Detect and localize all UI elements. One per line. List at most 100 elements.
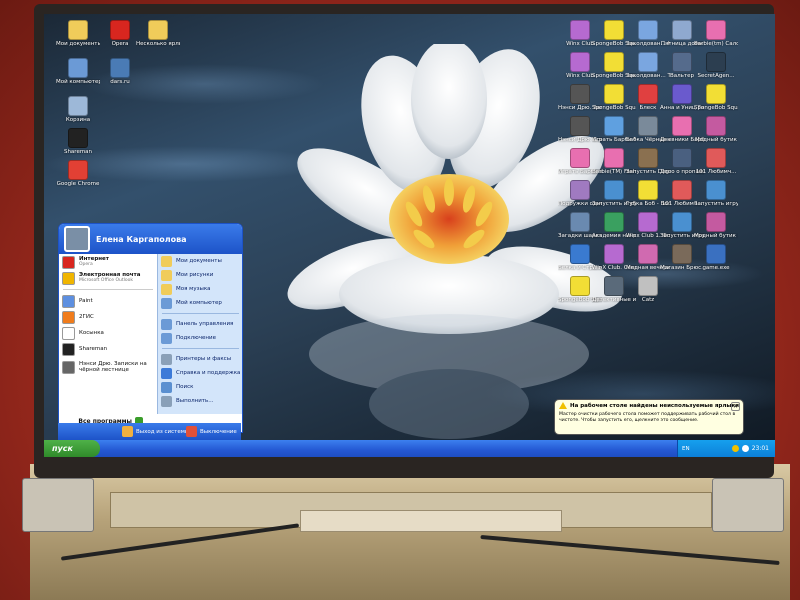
- barbie-icon: [706, 20, 726, 40]
- barbie-icon: [604, 116, 624, 136]
- desktop-shortcut[interactable]: SecretAgen...: [694, 52, 738, 79]
- warning-tray-icon[interactable]: [731, 445, 739, 452]
- shortcut-label: 101 Любимч...: [695, 169, 737, 175]
- catz-icon: [638, 276, 658, 296]
- game-icon: [638, 148, 658, 168]
- shortcut-label: Catz: [641, 297, 655, 303]
- desktop-shortcut[interactable]: Корзина: [56, 96, 100, 123]
- taskbar: [44, 440, 775, 457]
- place-label: Поиск: [176, 384, 194, 390]
- place-label: Моя музыка: [176, 286, 211, 292]
- shortcut-label: SecretAgen...: [697, 73, 735, 79]
- item-label: 2ГИС: [79, 314, 94, 320]
- desktop-shortcut[interactable]: Catz: [626, 276, 670, 303]
- start-menu-header: Елена Каргаполова: [59, 224, 242, 254]
- item-sublabel: Opera: [79, 262, 93, 267]
- start-menu-place[interactable]: Мои документы: [158, 254, 242, 268]
- start-menu-place[interactable]: Справка и поддержка: [158, 366, 242, 380]
- place-label: Принтеры и факсы: [176, 356, 232, 362]
- desktop-shortcut[interactable]: SpongeBob SquarePan...: [694, 84, 738, 111]
- barbie-icon: [604, 148, 624, 168]
- run-icon: [161, 395, 172, 407]
- desktop-shortcut[interactable]: Модный бутик: [694, 116, 738, 143]
- desktop-shortcut[interactable]: Модный бутик 2: [694, 212, 738, 239]
- desktop-shortcut[interactable]: Мои документы: [56, 20, 100, 47]
- desktop-shortcut[interactable]: game.exe: [694, 244, 738, 271]
- language-indicator[interactable]: EN: [682, 446, 690, 452]
- start-menu-item[interactable]: Электронная почта Microsoft Office Outloo…: [59, 270, 157, 286]
- spongebob-icon: [706, 84, 726, 104]
- separator: [162, 348, 239, 349]
- chrome-icon: [68, 160, 88, 180]
- shareman-icon: [62, 342, 75, 356]
- search-icon: [161, 381, 172, 393]
- separator: [63, 289, 153, 290]
- shortcut-label: dars.ru: [110, 79, 130, 85]
- item-label: Косынка: [79, 330, 104, 336]
- nancy-drew-icon: [62, 360, 75, 374]
- shutdown-button[interactable]: Выключение: [186, 426, 237, 437]
- place-label: Справка и поддержка: [176, 370, 241, 376]
- desktop-shortcut[interactable]: Запустить игру (3): [694, 180, 738, 207]
- spongebob-icon: [638, 180, 658, 200]
- desktop-shortcut[interactable]: Мой компьютер: [56, 58, 100, 85]
- start-menu-item[interactable]: Косынка: [59, 325, 157, 341]
- system-tray: EN 23:01: [677, 440, 775, 457]
- shareman-icon: [68, 128, 88, 148]
- volume-icon[interactable]: [741, 445, 749, 452]
- spongebob-icon: [604, 52, 624, 72]
- place-label: Мои документы: [176, 258, 222, 264]
- shortcut-label: game.exe: [702, 265, 730, 271]
- folder-icon: [148, 20, 168, 40]
- logoff-button[interactable]: Выход из системы: [122, 426, 189, 437]
- game-icon: [638, 116, 658, 136]
- help-icon: [161, 367, 172, 379]
- 2gis-icon: [62, 310, 75, 324]
- start-menu-place[interactable]: Мой компьютер: [158, 296, 242, 310]
- game-icon: [604, 212, 624, 232]
- nancy-drew-icon: [570, 84, 590, 104]
- desktop-shortcut[interactable]: Barbie(tm) Салон и...: [694, 20, 738, 47]
- winx-icon: [570, 52, 590, 72]
- start-menu: Елена Каргаполова Интернет Opera Электронн…: [58, 223, 243, 433]
- shortcut-label: Google Chrome: [56, 181, 100, 187]
- start-menu-item[interactable]: Shareman: [59, 341, 157, 357]
- paint-icon: [62, 294, 75, 308]
- desktop-shortcut[interactable]: Google Chrome: [56, 160, 100, 187]
- start-menu-place[interactable]: Принтеры и факсы: [158, 352, 242, 366]
- balloon-title: На рабочем столе найдены неиспользуемые …: [570, 402, 739, 409]
- balloon-notification[interactable]: На рабочем столе найдены неиспользуемые …: [554, 399, 744, 435]
- start-button[interactable]: пуск: [44, 440, 100, 457]
- start-menu-place[interactable]: Моя музыка: [158, 282, 242, 296]
- game-icon: [672, 52, 692, 72]
- close-icon[interactable]: ×: [731, 402, 740, 411]
- my-computer-icon: [161, 297, 172, 309]
- my-music-icon: [161, 283, 172, 295]
- shortcut-label: Корзина: [65, 117, 91, 123]
- barbie-icon: [570, 148, 590, 168]
- shortcut-label: Модный бутик: [695, 137, 737, 143]
- game-icon: [672, 244, 692, 264]
- desktop-shortcut[interactable]: Shareman: [56, 128, 100, 155]
- start-menu-item[interactable]: 2ГИС: [59, 309, 157, 325]
- avatar[interactable]: [64, 226, 90, 252]
- start-menu-place[interactable]: Мои рисунки: [158, 268, 242, 282]
- start-menu-item[interactable]: Интернет Opera: [59, 254, 157, 270]
- start-menu-item[interactable]: Paint: [59, 293, 157, 309]
- start-menu-place[interactable]: Выполнить...: [158, 394, 242, 408]
- desktop-shortcut[interactable]: 101 Любимч...: [694, 148, 738, 175]
- game-icon: [570, 180, 590, 200]
- game-icon: [672, 84, 692, 104]
- logoff-label: Выход из системы: [136, 428, 190, 435]
- start-menu-place[interactable]: Поиск: [158, 380, 242, 394]
- start-menu-item[interactable]: Нэнси Дрю. Записки на чёрной лестнице: [59, 357, 157, 377]
- game-icon: [672, 212, 692, 232]
- my-documents-icon: [161, 255, 172, 267]
- winx-icon: [570, 20, 590, 40]
- winx-icon: [638, 212, 658, 232]
- desktop-shortcut[interactable]: Несколько ярлыки: [136, 20, 180, 47]
- start-menu-place[interactable]: Панель управления: [158, 317, 242, 331]
- user-name: Елена Каргаполова: [96, 234, 187, 244]
- desktop-shortcut[interactable]: dars.ru: [98, 58, 142, 85]
- start-menu-place[interactable]: Подключение: [158, 331, 242, 345]
